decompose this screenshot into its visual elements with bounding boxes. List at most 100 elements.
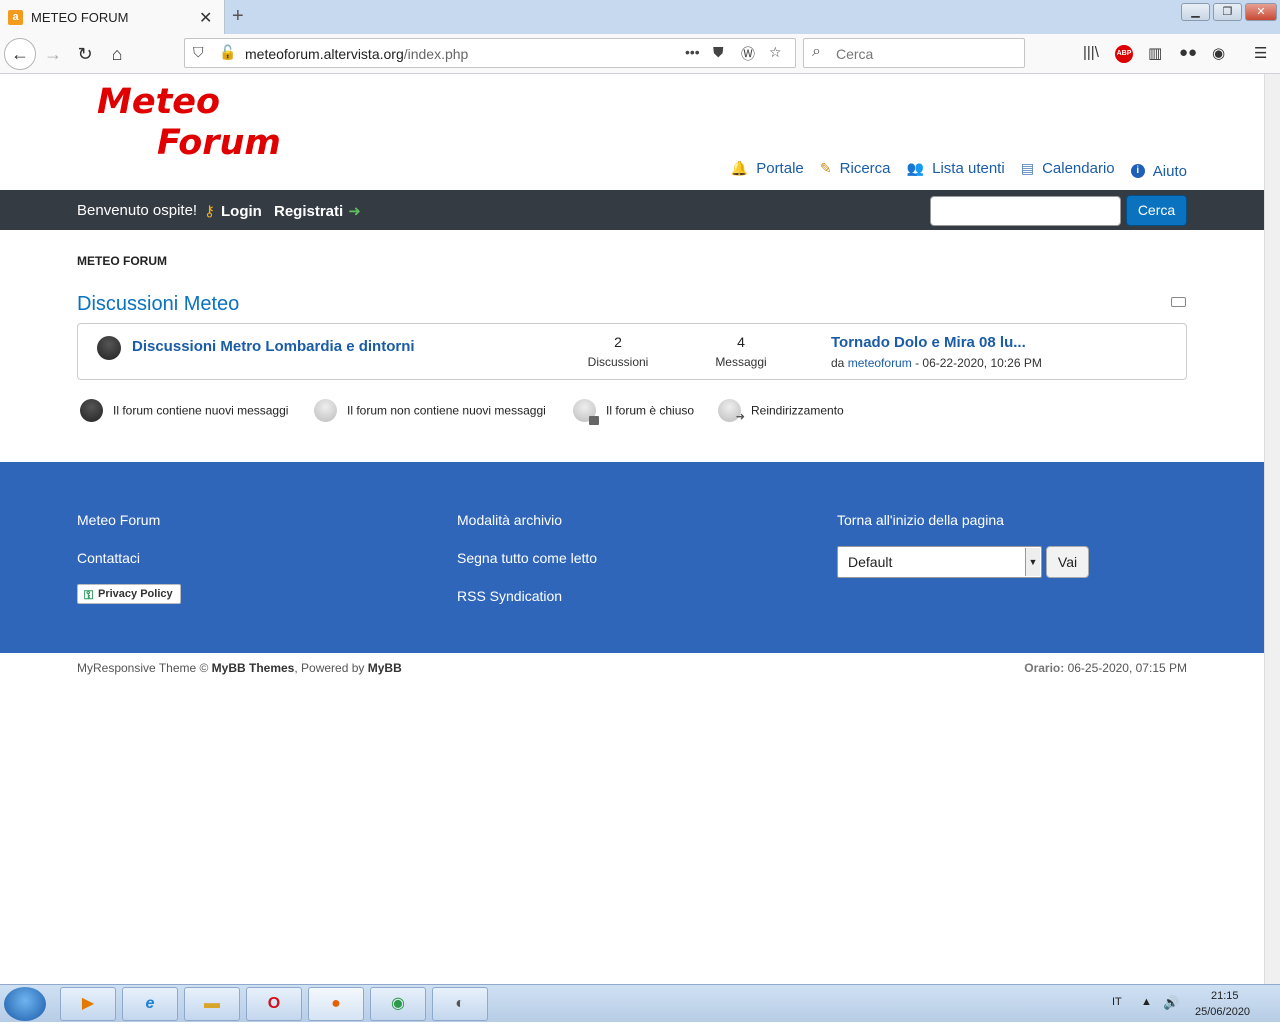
media-player-icon[interactable]: ▶ bbox=[60, 987, 116, 1021]
category-title[interactable]: Discussioni Meteo bbox=[77, 293, 239, 316]
memberlist-link[interactable]: 👥 Lista utenti bbox=[907, 160, 1005, 177]
theme-select[interactable]: Default ▼ bbox=[837, 546, 1042, 578]
tab-title: METEO FORUM bbox=[31, 10, 129, 25]
shield-icon[interactable]: ⛉ bbox=[193, 44, 204, 61]
clock-date[interactable]: 25/06/2020 bbox=[1195, 1006, 1250, 1018]
last-post-user-link[interactable]: meteoforum bbox=[848, 356, 912, 370]
last-post: Tornado Dolo e Mira 08 lu... da meteofor… bbox=[831, 334, 1042, 370]
site-favicon-icon: a bbox=[8, 10, 23, 25]
file-explorer-icon[interactable]: ▬ bbox=[184, 987, 240, 1021]
register-link[interactable]: Registrati ➜ bbox=[274, 202, 361, 220]
pencil-icon: ✎ bbox=[819, 160, 832, 176]
portal-link[interactable]: 🔔 Portale bbox=[731, 160, 804, 177]
close-window-icon[interactable]: ✕ bbox=[1245, 3, 1277, 21]
library-icon[interactable]: |||\ bbox=[1083, 44, 1099, 61]
login-link[interactable]: ⚷ Login bbox=[204, 202, 262, 220]
browser-titlebar: a METEO FORUM ✕ + ▁ ❐ ✕ bbox=[0, 0, 1280, 34]
clock-time[interactable]: 21:15 bbox=[1211, 990, 1239, 1002]
browser-navbar: ← → ↻ ⌂ ⛉ 🔓 meteoforum.altervista.org/in… bbox=[0, 34, 1280, 74]
go-button[interactable]: Vai bbox=[1046, 546, 1089, 578]
posts-label: Messaggi bbox=[715, 355, 767, 369]
reload-icon[interactable]: ↻ bbox=[70, 39, 100, 69]
language-indicator[interactable]: IT bbox=[1112, 996, 1122, 1008]
page-actions-icon[interactable]: ••• bbox=[685, 44, 700, 60]
calendar-link[interactable]: ▤ Calendario bbox=[1021, 160, 1115, 177]
search-placeholder: Cerca bbox=[836, 46, 874, 62]
new-posts-icon bbox=[80, 399, 103, 422]
sidebar-icon[interactable]: ▥ bbox=[1148, 44, 1162, 62]
threads-stat: 2 Discussioni bbox=[568, 334, 668, 369]
show-hidden-icons-icon[interactable]: ▲ bbox=[1141, 996, 1152, 1008]
page-scrollbar[interactable] bbox=[1264, 74, 1280, 984]
start-button-icon[interactable] bbox=[4, 987, 46, 1021]
gimp-icon[interactable]: ◐ bbox=[432, 987, 488, 1021]
minimize-window-icon[interactable]: ▁ bbox=[1181, 3, 1210, 21]
system-tray: IT ▲ 🔊 21:15 25/06/2020 bbox=[1105, 985, 1280, 1023]
extension-icon[interactable]: ●● bbox=[1179, 44, 1197, 61]
site-logo[interactable]: Meteo Forum bbox=[97, 82, 281, 164]
threads-label: Discussioni bbox=[587, 355, 649, 369]
internet-explorer-icon[interactable]: e bbox=[122, 987, 178, 1021]
chrome-icon[interactable]: ◉ bbox=[370, 987, 426, 1021]
adblock-icon[interactable]: ABP bbox=[1115, 45, 1133, 63]
insecure-lock-icon[interactable]: 🔓 bbox=[219, 44, 236, 61]
locked-forum-icon bbox=[573, 399, 599, 425]
last-post-meta: da meteoforum - 06-22-2020, 10:26 PM bbox=[831, 356, 1042, 370]
posts-stat: 4 Messaggi bbox=[691, 334, 791, 369]
address-bar[interactable]: ⛉ 🔓 meteoforum.altervista.org/index.php … bbox=[184, 38, 796, 68]
pocket-icon[interactable]: ⛊ bbox=[713, 44, 724, 61]
volume-icon[interactable]: 🔊 bbox=[1163, 995, 1179, 1011]
key-icon: ⚷ bbox=[204, 203, 215, 220]
welcome-text: Benvenuto ospite! bbox=[77, 202, 198, 219]
privacy-policy-badge[interactable]: ⚿ Privacy Policy bbox=[77, 584, 181, 604]
forum-status-icon bbox=[97, 336, 121, 360]
forum-search-button[interactable]: Cerca bbox=[1126, 195, 1187, 226]
forum-name-link[interactable]: Discussioni Metro Lombardia e dintorni bbox=[132, 338, 415, 355]
tab-close-icon[interactable]: ✕ bbox=[199, 8, 212, 28]
firefox-icon[interactable]: ● bbox=[308, 987, 364, 1021]
last-post-title-link[interactable]: Tornado Dolo e Mira 08 lu... bbox=[831, 334, 1042, 351]
wordpress-icon[interactable]: Ⓦ bbox=[741, 44, 755, 64]
mybb-link[interactable]: MyBB bbox=[368, 661, 402, 675]
help-link[interactable]: i Aiuto bbox=[1130, 163, 1187, 180]
copyright: MyResponsive Theme © MyBB Themes, Powere… bbox=[77, 661, 402, 675]
user-bar: Benvenuto ospite! ⚷ Login Registrati ➜ Cer… bbox=[0, 190, 1264, 230]
footer-home-link[interactable]: Meteo Forum bbox=[77, 512, 160, 528]
legend-item: Il forum è chiuso bbox=[573, 399, 694, 425]
calendar-icon: ▤ bbox=[1020, 160, 1035, 176]
theme-author-link[interactable]: MyBB Themes bbox=[212, 661, 295, 675]
os-taskbar: ▶ e ▬ O ● ◉ ◐ IT ▲ 🔊 21:15 25/06/2020 bbox=[0, 984, 1280, 1022]
browser-tab[interactable]: a METEO FORUM ✕ bbox=[0, 0, 225, 34]
mark-all-read-link[interactable]: Segna tutto come letto bbox=[457, 550, 597, 566]
threads-count: 2 bbox=[614, 334, 622, 350]
footer: Meteo Forum Contattaci ⚿ Privacy Policy M… bbox=[0, 462, 1264, 653]
browser-search-input[interactable]: ⌕ Cerca bbox=[803, 38, 1025, 68]
forum-search-input[interactable] bbox=[930, 196, 1121, 226]
opera-icon[interactable]: O bbox=[246, 987, 302, 1021]
collapse-icon[interactable] bbox=[1171, 297, 1186, 307]
logo-line1: Meteo bbox=[97, 82, 221, 122]
users-icon: 👥 bbox=[906, 160, 925, 176]
forum-row: Discussioni Metro Lombardia e dintorni 2… bbox=[77, 323, 1187, 380]
forward-arrow-icon[interactable]: → bbox=[38, 39, 68, 69]
account-icon[interactable]: ◉ bbox=[1212, 44, 1225, 62]
rss-link[interactable]: RSS Syndication bbox=[457, 588, 562, 604]
home-icon[interactable]: ⌂ bbox=[102, 39, 132, 69]
page-content: Meteo Forum 🔔 Portale ✎ Ricerca 👥 Lista ute… bbox=[0, 74, 1264, 984]
back-to-top-link[interactable]: Torna all'inizio della pagina bbox=[837, 512, 1004, 528]
bell-icon: 🔔 bbox=[730, 160, 749, 176]
breadcrumb[interactable]: METEO FORUM bbox=[77, 254, 167, 268]
search-link[interactable]: ✎ Ricerca bbox=[820, 160, 891, 177]
redirect-forum-icon: ➜ bbox=[718, 399, 745, 423]
bookmark-star-icon[interactable]: ☆ bbox=[769, 44, 782, 61]
new-tab-icon[interactable]: + bbox=[232, 5, 244, 28]
archive-mode-link[interactable]: Modalità archivio bbox=[457, 512, 562, 528]
legend-item: ➜ Reindirizzamento bbox=[718, 399, 844, 423]
search-icon: ⌕ bbox=[812, 43, 821, 60]
footer-contact-link[interactable]: Contattaci bbox=[77, 550, 140, 566]
back-arrow-icon[interactable]: ← bbox=[4, 38, 36, 70]
menu-icon[interactable]: ☰ bbox=[1254, 44, 1267, 62]
restore-window-icon[interactable]: ❐ bbox=[1213, 3, 1242, 21]
key-icon: ⚿ bbox=[84, 588, 94, 602]
legend-item: Il forum contiene nuovi messaggi bbox=[80, 399, 288, 422]
